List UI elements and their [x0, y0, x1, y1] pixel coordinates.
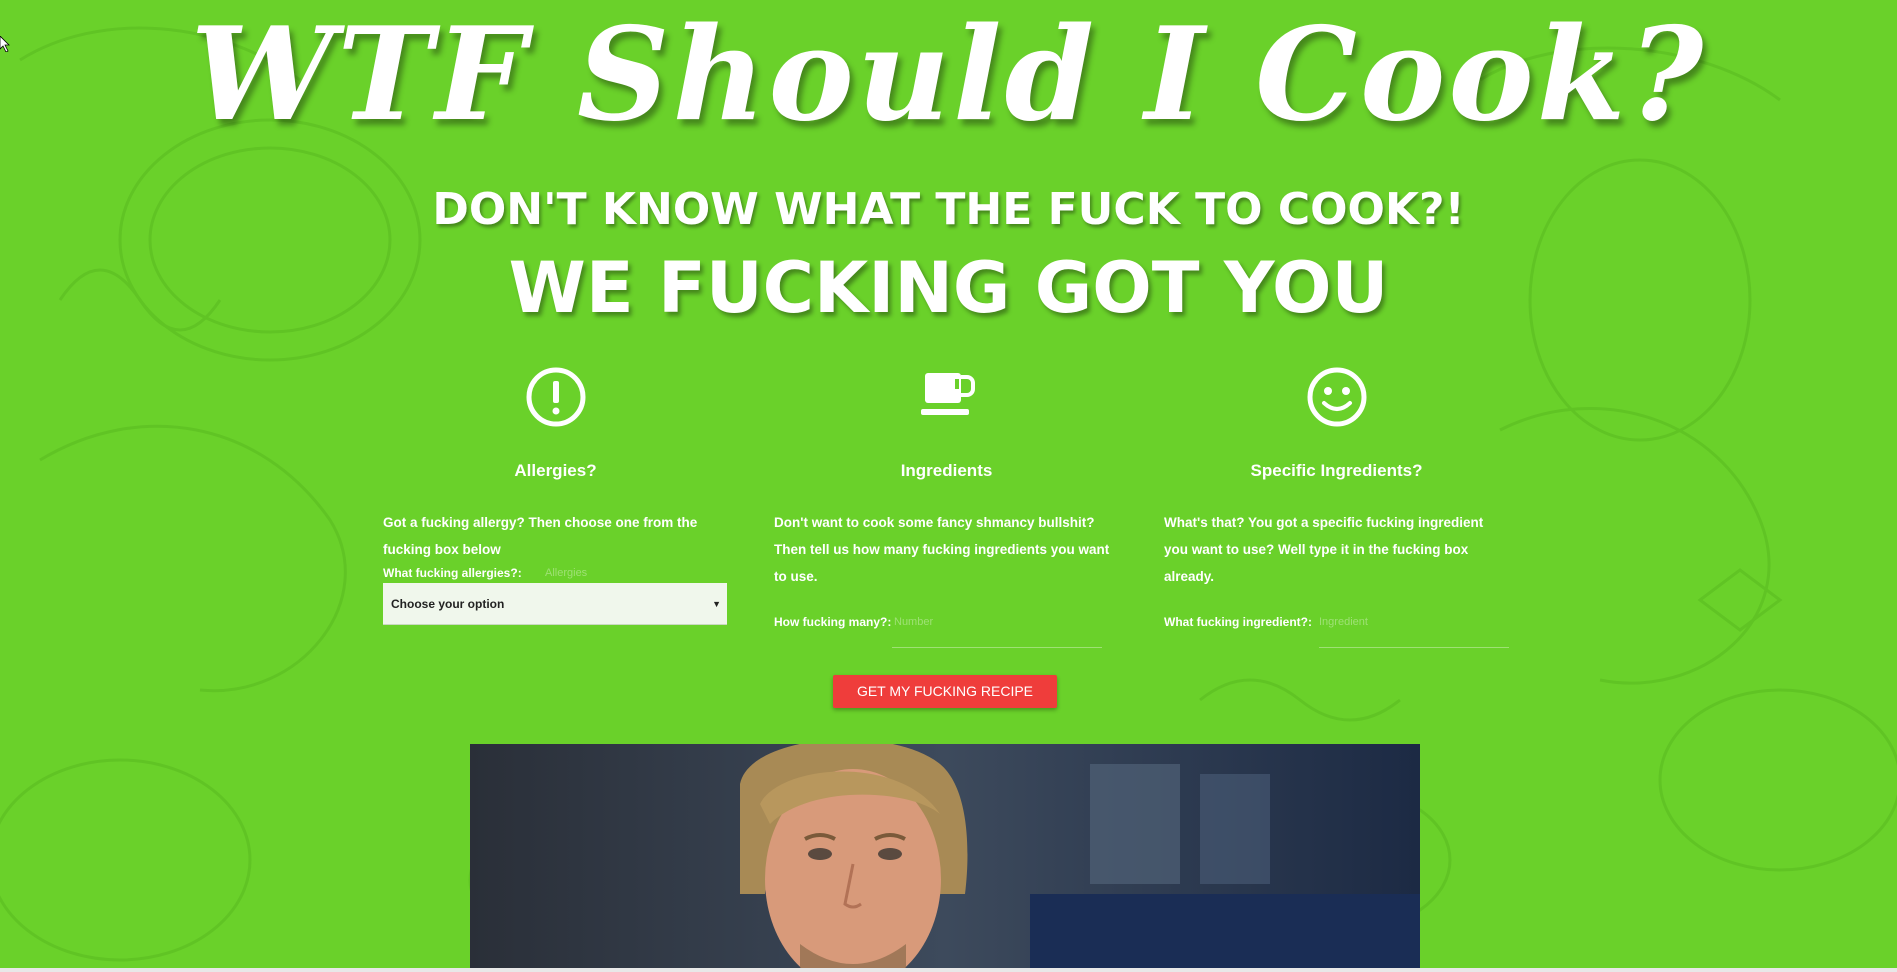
allergies-label: What fucking allergies?: [383, 566, 522, 580]
ingredient-count-input[interactable]: Number [894, 616, 933, 628]
feature-specific-ingredients: Specific Ingredients? What's that? You g… [1164, 365, 1509, 648]
feature-ingredients: Ingredients Don't want to cook some fanc… [774, 365, 1119, 648]
specific-ingredient-label: What fucking ingredient?: [1164, 615, 1312, 629]
feature-title: Ingredients [900, 461, 993, 480]
ingredient-count-label: How fucking many?: [774, 615, 892, 629]
caret-down-icon: ▼ [712, 599, 721, 609]
headline-question: DON'T KNOW WHAT THE FUCK TO COOK?! [432, 184, 1465, 235]
get-recipe-button[interactable]: GET MY FUCKING RECIPE [833, 675, 1057, 708]
feature-description: What's that? You got a specific fucking … [1164, 515, 1484, 584]
ingredient-count-underline [892, 647, 1102, 648]
reaction-gif [470, 744, 1420, 972]
bottom-scrollbar[interactable] [0, 968, 1897, 972]
specific-ingredient-underline [1319, 647, 1509, 648]
allergies-select[interactable]: Choose your option ▼ [383, 583, 727, 625]
page-title: WTF Should I Cook? [190, 0, 1707, 150]
feature-description: Got a fucking allergy? Then choose one f… [383, 515, 698, 557]
feature-description: Don't want to cook some fancy shmancy bu… [774, 515, 1110, 584]
coffee-cup-icon [920, 373, 975, 415]
allergies-select-value: Choose your option [391, 597, 505, 611]
feature-title: Allergies? [514, 461, 597, 480]
specific-ingredient-input[interactable]: Ingredient [1319, 616, 1368, 628]
headline-answer: WE FUCKING GOT YOU [508, 247, 1389, 329]
feature-allergies: Allergies? Got a fucking allergy? Then c… [383, 365, 728, 625]
exclamation-circle-icon [526, 367, 585, 427]
feature-title: Specific Ingredients? [1250, 461, 1423, 480]
reaction-gif-illustration [470, 744, 1420, 972]
smiley-face-icon [1307, 367, 1366, 427]
allergies-placeholder: Allergies [545, 567, 588, 579]
